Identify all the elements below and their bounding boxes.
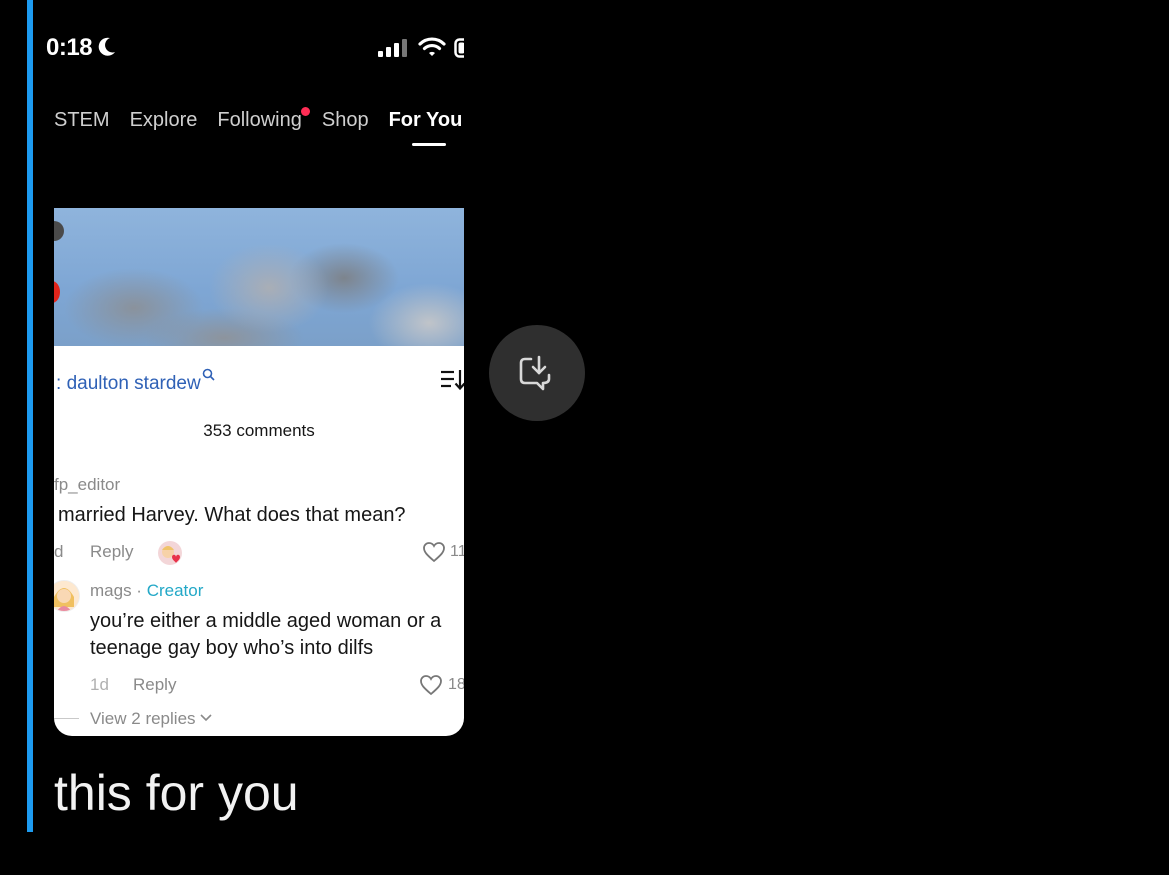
creator-badge: Creator	[146, 581, 204, 600]
comment-text-line-1: you’re either a middle aged woman or a	[90, 610, 442, 632]
download-icon	[519, 355, 551, 391]
moon-icon	[98, 37, 115, 56]
comment-text: married Harvey. What does that mean?	[58, 504, 406, 526]
comment-text-line-2: teenage gay boy who’s into dilfs	[90, 637, 374, 659]
chevron-down-icon	[200, 714, 212, 722]
comment-username[interactable]: mags	[90, 581, 132, 600]
reply-button[interactable]: Reply	[133, 675, 176, 695]
tab-following[interactable]: Following	[217, 106, 310, 132]
save-button[interactable]	[489, 325, 585, 421]
view-replies-button[interactable]: View 2 replies	[90, 709, 212, 729]
tab-explore[interactable]: Explore	[130, 109, 198, 132]
tab-label: Following	[217, 108, 302, 131]
feed-tabs: STEM Explore Following Shop For You	[54, 105, 482, 135]
heart-icon[interactable]	[419, 674, 443, 696]
status-time: 0:18	[46, 34, 93, 61]
comment-panel: : daulton stardew 353 comments fp_editor…	[54, 208, 464, 736]
tab-stem[interactable]: STEM	[54, 109, 110, 132]
replies-divider	[54, 718, 79, 719]
search-prefix: :	[56, 373, 62, 394]
battery-icon	[454, 38, 464, 58]
like-count: 11	[450, 543, 464, 560]
search-text: daulton stardew	[66, 373, 201, 394]
sort-icon[interactable]	[440, 368, 464, 392]
caption-text: this for you	[54, 765, 299, 821]
comment-username-row: mags · Creator	[90, 581, 203, 601]
tab-for-you[interactable]: For You	[389, 109, 463, 132]
wifi-icon	[418, 37, 446, 56]
accent-bar	[27, 0, 33, 832]
signal-icon	[378, 39, 407, 57]
tab-shop[interactable]: Shop	[322, 109, 369, 132]
related-search-link[interactable]: : daulton stardew	[56, 368, 215, 395]
comment-age: d	[54, 542, 64, 561]
search-icon	[202, 368, 215, 381]
video-thumbnail[interactable]	[54, 208, 464, 346]
comment-age: 1d	[90, 675, 109, 694]
creator-liked-avatar	[158, 541, 182, 565]
heart-icon[interactable]	[422, 541, 446, 563]
notification-dot	[300, 106, 310, 116]
like-count: 18	[448, 676, 464, 693]
avatar[interactable]	[54, 580, 80, 612]
reply-button[interactable]: Reply	[90, 542, 133, 562]
comments-count: 353 comments	[203, 421, 315, 440]
view-replies-label: View 2 replies	[90, 709, 196, 728]
comment-username[interactable]: fp_editor	[54, 475, 120, 495]
active-tab-indicator	[412, 143, 446, 146]
separator: ·	[131, 581, 147, 600]
